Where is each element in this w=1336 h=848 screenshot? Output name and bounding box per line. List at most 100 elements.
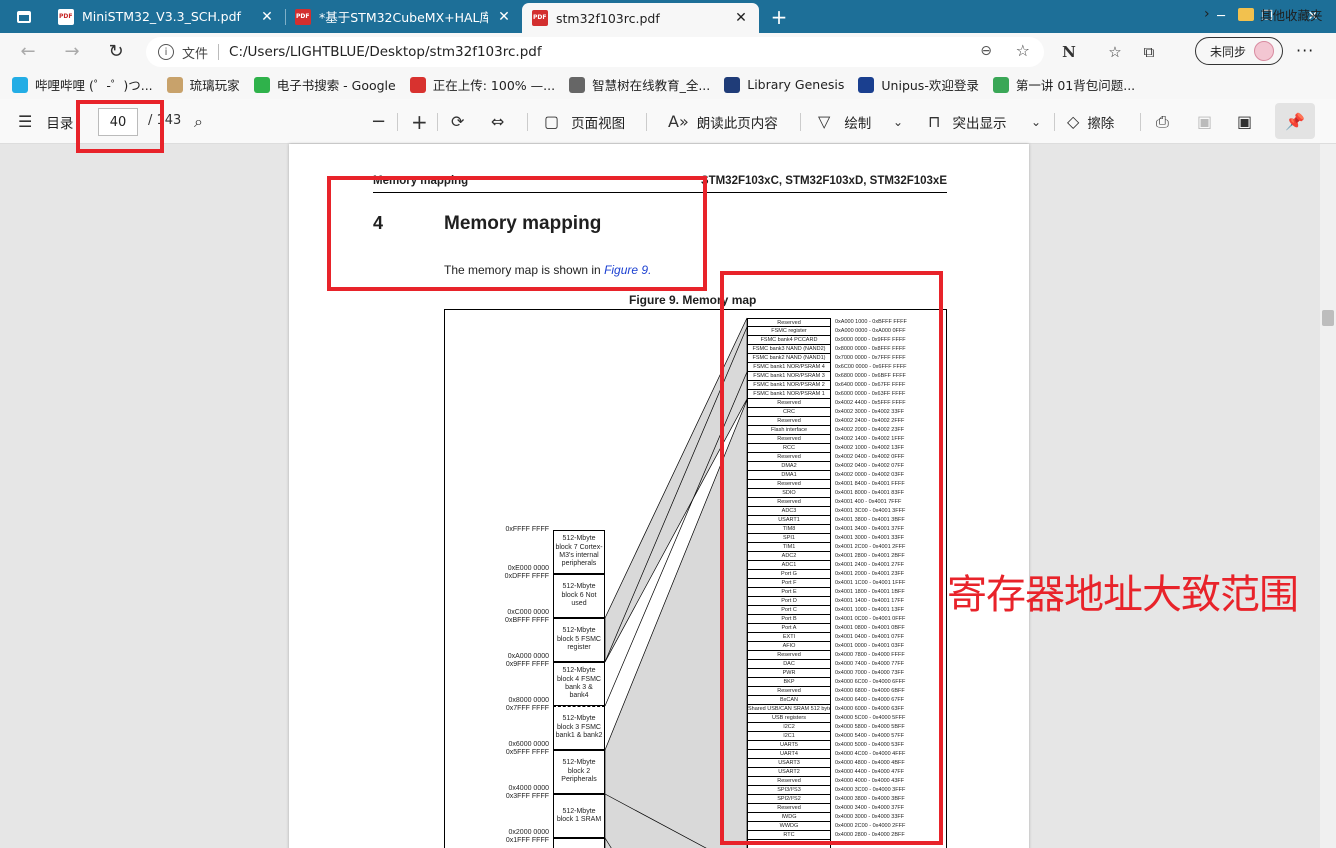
save-as-icon: ▣ (1237, 112, 1253, 131)
highlight-options-button[interactable]: ⌄ (1031, 99, 1041, 144)
memory-block: 512-Mbyte block 2 Peripherals (553, 750, 605, 794)
bookmark-item[interactable]: 正在上传: 100% —... (409, 75, 556, 94)
fit-width-icon: ⇔ (491, 112, 505, 131)
scrollbar-thumb[interactable] (1322, 310, 1334, 326)
annotation-box-register-range (720, 271, 943, 845)
bookmark-item[interactable]: 哔哩哔哩 (゜-゜)つ... (12, 75, 153, 94)
bookmark-label: 哔哩哔哩 (゜-゜)つ... (35, 78, 153, 93)
bookmark-label: 正在上传: 100% —... (432, 78, 556, 93)
minus-icon: − (371, 111, 387, 132)
bookmarks-bar: 哔哩哔哩 (゜-゜)つ... 琉璃玩家 电子书搜索 - Google 正在上传: 10… (0, 70, 1336, 99)
bookmark-favicon-icon (166, 76, 183, 93)
new-tab-button[interactable]: + (759, 0, 799, 33)
back-button[interactable]: ← (6, 36, 50, 68)
profile-label: 未同步 (1210, 44, 1247, 59)
memory-block-address: 0x2000 0000 0x1FFF FFFF (505, 829, 549, 844)
memory-block: 512-Mbyte block 7 Cortex-M3's internal p… (553, 530, 605, 574)
chevron-right-icon[interactable]: › (1204, 6, 1210, 22)
save-button[interactable]: ▣ (1197, 99, 1212, 144)
tab-2[interactable]: stm32f103rc.pdf ✕ (522, 3, 759, 33)
address-bar: ← → ↻ i 文件 C:/Users/LIGHTBLUE/Desktop/st… (0, 33, 1336, 70)
tab-title: *基于STM32CubeMX+HAL库的I (319, 10, 488, 25)
toc-button[interactable]: ☰ 目录 (18, 99, 73, 144)
tab-title: MiniSTM32_V3.3_SCH.pdf (82, 9, 241, 24)
info-icon[interactable]: i (158, 44, 174, 60)
page-view-icon: ▢ (544, 112, 560, 131)
memory-block-address: 0x4000 0000 0x3FFF FFFF (505, 785, 549, 800)
collections-icon[interactable]: ⧉ (1132, 43, 1166, 61)
other-favorites-folder[interactable]: 其他收藏夹 (1238, 5, 1323, 24)
forward-button[interactable]: → (50, 36, 94, 68)
bookmark-favicon-icon (253, 76, 270, 93)
read-aloud-icon: A» (668, 112, 689, 131)
profile-button[interactable]: 未同步 (1195, 37, 1283, 65)
bookmark-item[interactable]: 智慧树在线教育_全... (569, 75, 710, 94)
pdf-icon (58, 8, 74, 25)
vertical-scrollbar[interactable] (1320, 144, 1336, 848)
url-text[interactable]: C:/Users/LIGHTBLUE/Desktop/stm32f103rc.p… (229, 44, 542, 60)
memory-block: 512-Mbyte block 1 SRAM (553, 794, 605, 838)
tab-actions-button[interactable] (0, 0, 48, 33)
page-view-label: 页面视图 (571, 115, 626, 132)
memory-block: 512-Mbyte block 6 Not used (553, 574, 605, 618)
rotate-button[interactable]: ⟳ (451, 99, 464, 144)
bookmark-item[interactable]: 琉璃玩家 (166, 75, 240, 94)
memory-block-address: 0x6000 0000 0x5FFF FFFF (505, 741, 549, 756)
zoom-icon[interactable]: ⊖ (980, 43, 992, 59)
bookmark-favicon-icon (992, 76, 1009, 93)
save-icon: ▣ (1197, 112, 1213, 131)
draw-button[interactable]: ▽ 绘制 (818, 99, 871, 144)
more-menu-icon[interactable]: ··· (1296, 41, 1314, 60)
bookmark-item[interactable]: Unipus-欢迎登录 (858, 75, 979, 94)
memory-block: 512-Mbyte block 4 FSMC bank 3 & bank4 (553, 662, 605, 706)
window-icon (17, 10, 31, 23)
toc-label: 目录 (46, 115, 74, 132)
highlight-button[interactable]: ⊓ 突出显示 (928, 99, 1006, 144)
pin-icon: 📌 (1285, 111, 1305, 131)
fit-width-button[interactable]: ⇔ (491, 99, 504, 144)
chevron-down-icon: ⌄ (1031, 114, 1042, 129)
bookmark-item[interactable]: 电子书搜索 - Google (253, 75, 396, 94)
print-button[interactable]: ⎙ (1156, 99, 1169, 144)
refresh-button[interactable]: ↻ (94, 36, 138, 68)
plus-icon: + (411, 109, 428, 134)
zoom-in-button[interactable]: + (411, 99, 428, 144)
save-as-button[interactable]: ▣ (1237, 99, 1252, 144)
eraser-icon: ◇ (1067, 112, 1080, 131)
bookmark-label: 第一讲 01背包问题... (1015, 78, 1136, 93)
folder-icon (1238, 8, 1254, 21)
pin-toolbar-button[interactable]: 📌 (1275, 103, 1315, 139)
highlighter-icon: ⊓ (928, 112, 941, 131)
annotation-label: 寄存器地址大致范围 (947, 572, 1299, 618)
bookmark-item[interactable]: 第一讲 01背包问题... (992, 75, 1136, 94)
page-view-button[interactable]: ▢ 页面视图 (544, 99, 625, 144)
zoom-out-button[interactable]: − (371, 99, 386, 144)
tab-1[interactable]: *基于STM32CubeMX+HAL库的I ✕ (285, 0, 522, 33)
pdf-icon (532, 10, 548, 26)
read-aloud-button[interactable]: A» 朗读此页内容 (668, 99, 778, 144)
close-tab-icon[interactable]: ✕ (259, 9, 275, 25)
bookmark-item[interactable]: Library Genesis (724, 76, 844, 93)
url-field[interactable]: i 文件 C:/Users/LIGHTBLUE/Desktop/stm32f10… (146, 37, 1044, 67)
bookmark-label: Unipus-欢迎登录 (881, 78, 979, 93)
tab-bar: MiniSTM32_V3.3_SCH.pdf ✕ *基于STM32CubeMX+… (0, 0, 1336, 33)
bookmark-favicon-icon (12, 76, 28, 93)
erase-button[interactable]: ◇ 擦除 (1067, 99, 1114, 144)
favorites-icon[interactable]: ☆ (1098, 43, 1132, 61)
pdf-icon (295, 8, 311, 25)
annotation-box-page-number (76, 100, 164, 153)
memory-block-address: 0xFFFF FFFF (505, 526, 549, 533)
close-tab-icon[interactable]: ✕ (496, 9, 512, 25)
add-favorite-icon[interactable]: ☆ (1016, 41, 1030, 60)
close-tab-icon[interactable]: ✕ (733, 10, 749, 26)
avatar (1254, 41, 1275, 61)
tab-0[interactable]: MiniSTM32_V3.3_SCH.pdf ✕ (48, 0, 285, 33)
search-icon: ⌕ (194, 111, 203, 131)
extension-icon[interactable]: N (1052, 43, 1086, 61)
highlight-label: 突出显示 (952, 115, 1007, 132)
memory-block-address: 0x8000 0000 0x7FFF FFFF (505, 697, 549, 712)
draw-options-button[interactable]: ⌄ (893, 99, 903, 144)
memory-block: 512-Mbyte (553, 838, 605, 848)
read-aloud-label: 朗读此页内容 (696, 115, 778, 132)
search-button[interactable]: ⌕ (194, 99, 203, 144)
